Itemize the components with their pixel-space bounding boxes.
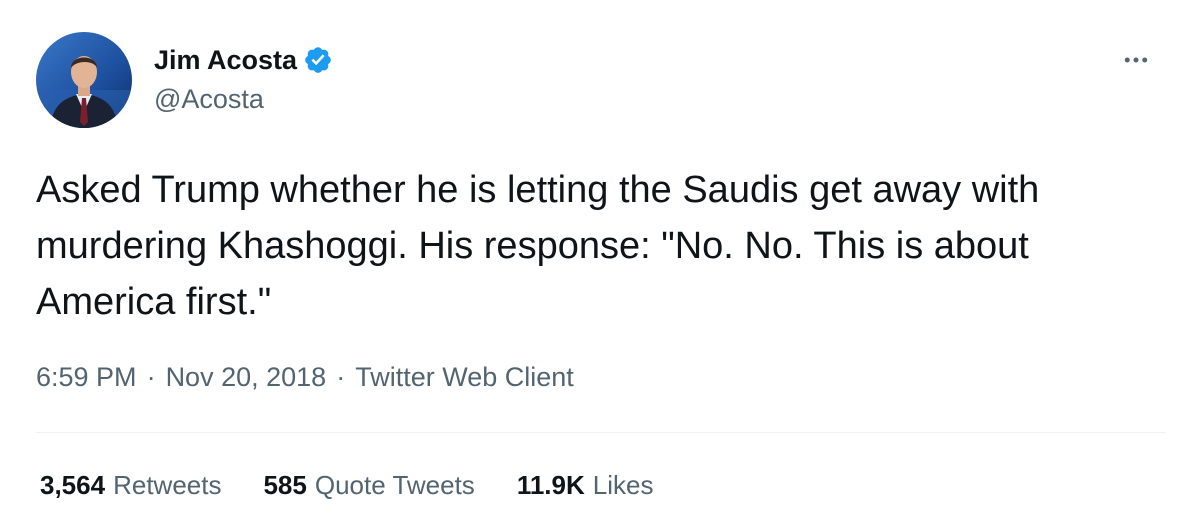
author-names: Jim Acosta @Acosta: [154, 42, 333, 115]
more-options-button[interactable]: [1116, 40, 1156, 80]
more-horizontal-icon: [1124, 57, 1148, 63]
retweets-stat[interactable]: 3,564 Retweets: [40, 470, 221, 501]
tweet-time[interactable]: 6:59 PM: [36, 362, 137, 393]
retweets-label: Retweets: [113, 470, 222, 500]
meta-separator: ·: [146, 362, 156, 392]
likes-label: Likes: [592, 470, 654, 500]
tweet-source[interactable]: Twitter Web Client: [355, 362, 574, 393]
likes-stat[interactable]: 11.9K Likes: [517, 470, 654, 501]
tweet-text: Asked Trump whether he is letting the Sa…: [36, 169, 1040, 323]
handle[interactable]: @Acosta: [154, 84, 333, 115]
display-name-row: Jim Acosta: [154, 42, 333, 78]
tweet-meta: 6:59 PM · Nov 20, 2018 · Twitter Web Cli…: [36, 362, 574, 393]
avatar[interactable]: [36, 32, 132, 128]
quote-tweets-stat[interactable]: 585 Quote Tweets: [263, 470, 474, 501]
display-name[interactable]: Jim Acosta: [154, 45, 297, 76]
verified-badge-icon: [303, 45, 333, 75]
tweet-date[interactable]: Nov 20, 2018: [166, 362, 327, 393]
likes-count: 11.9K: [516, 470, 585, 500]
meta-separator: ·: [336, 362, 346, 392]
tweet-header: Jim Acosta @Acosta: [36, 32, 1156, 128]
tweet-stats: 3,564 Retweets 585 Quote Tweets 11.9K Likes: [40, 470, 695, 501]
retweets-count: 3,564: [40, 470, 106, 500]
tweet-card: Jim Acosta @Acosta Asked Trump whether h…: [0, 0, 1178, 530]
quote-tweets-label: Quote Tweets: [314, 470, 475, 500]
divider: [36, 432, 1166, 433]
avatar-photo-icon: [36, 32, 132, 128]
quote-tweets-count: 585: [263, 470, 307, 500]
